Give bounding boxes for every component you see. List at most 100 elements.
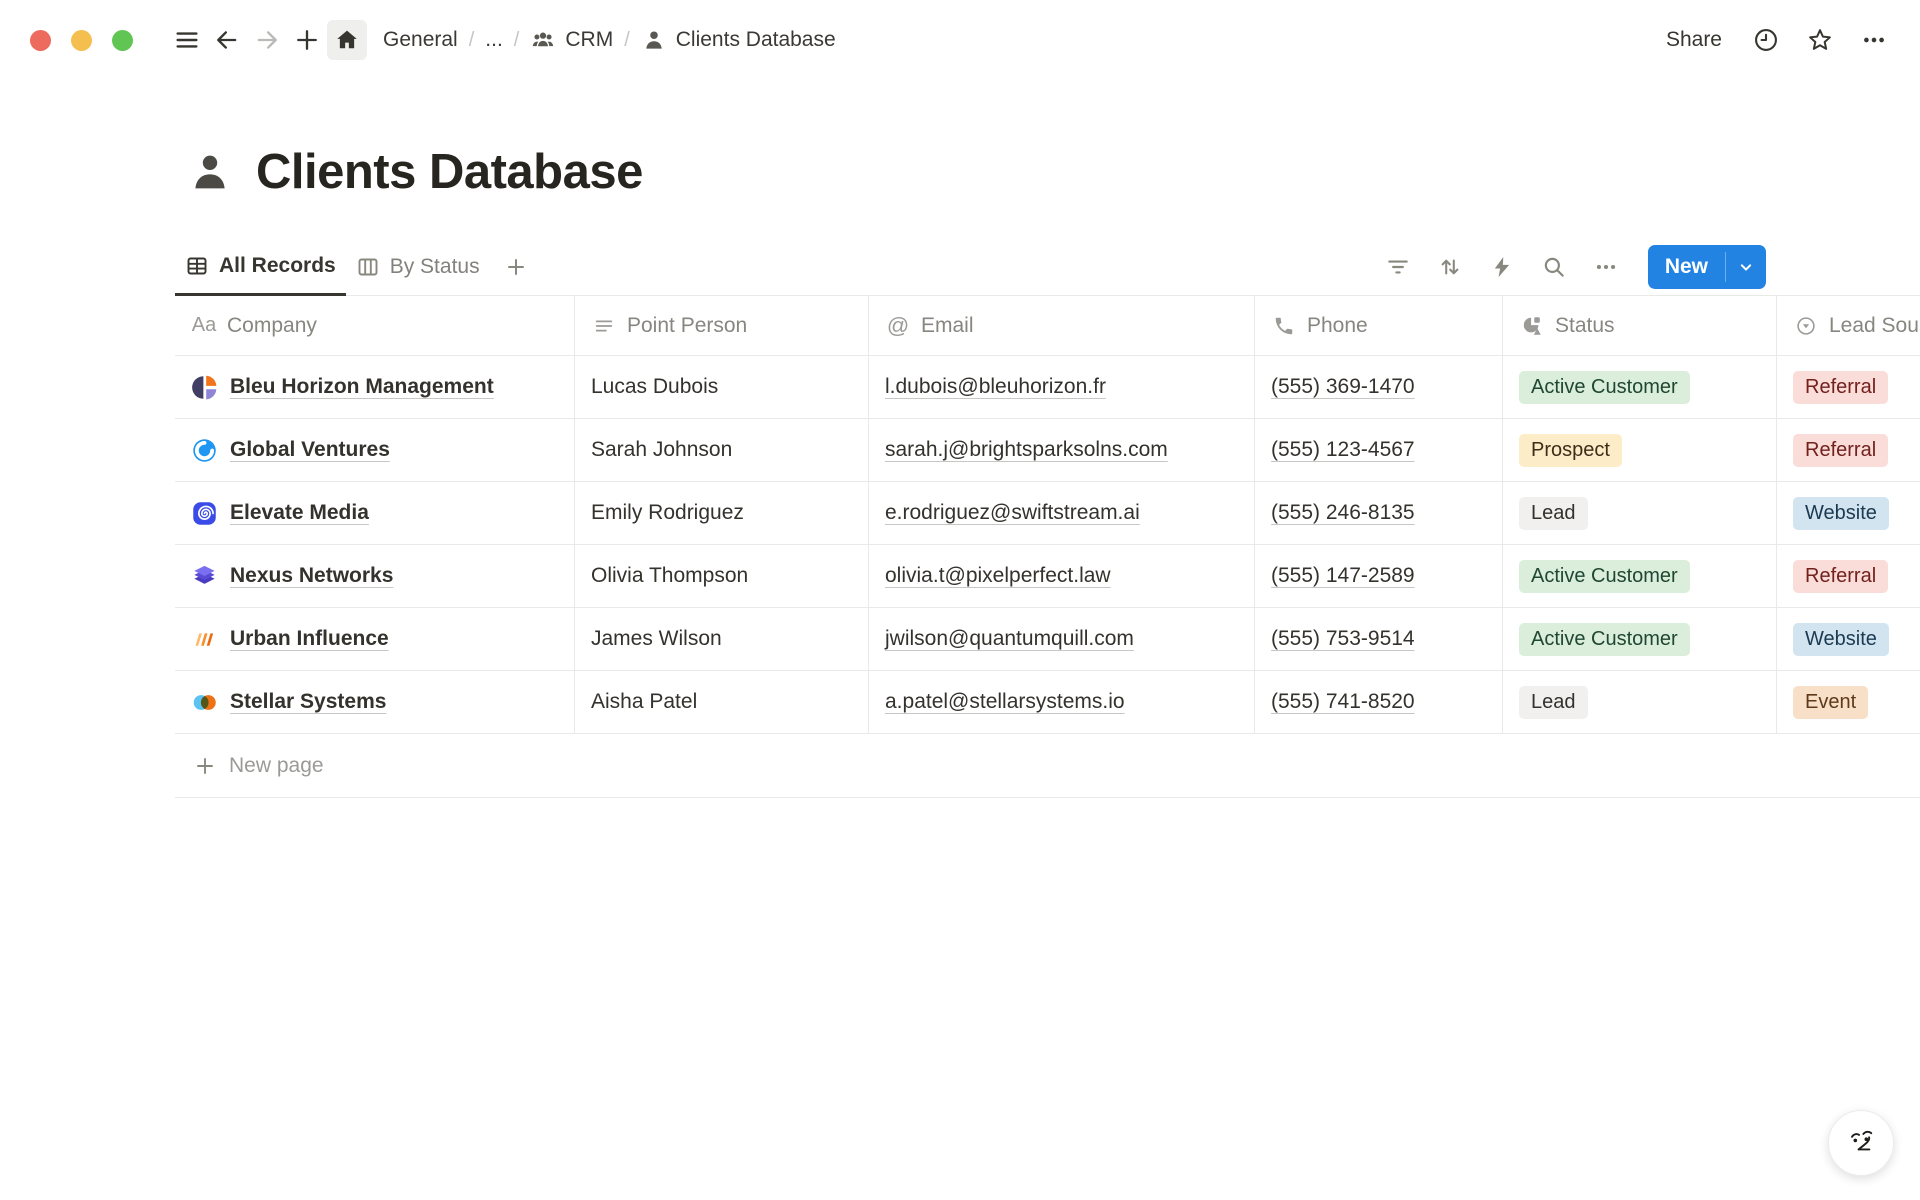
automations-icon[interactable]: [1482, 247, 1522, 287]
lead-source-cell[interactable]: Referral: [1777, 545, 1920, 608]
status-badge: Active Customer: [1519, 371, 1690, 404]
new-tab-icon[interactable]: [287, 20, 327, 60]
point-person-cell[interactable]: Sarah Johnson: [575, 419, 869, 482]
status-badge: Lead: [1519, 497, 1588, 530]
share-button[interactable]: Share: [1656, 22, 1732, 58]
company-logo-icon: [191, 563, 218, 590]
company-logo-icon: [191, 374, 218, 401]
board-view-icon: [356, 255, 380, 279]
phone-cell[interactable]: (555) 123-4567: [1255, 419, 1503, 482]
filter-icon[interactable]: [1378, 247, 1418, 287]
company-cell[interactable]: Urban Influence: [175, 608, 575, 671]
phone-cell[interactable]: (555) 246-8135: [1255, 482, 1503, 545]
notion-ai-button[interactable]: [1828, 1110, 1894, 1176]
sidebar-menu-icon[interactable]: [167, 20, 207, 60]
status-cell[interactable]: Active Customer: [1503, 545, 1777, 608]
phone-cell[interactable]: (555) 147-2589: [1255, 545, 1503, 608]
email-cell[interactable]: l.dubois@bleuhorizon.fr: [869, 356, 1255, 419]
status-badge: Active Customer: [1519, 623, 1690, 656]
company-cell[interactable]: Global Ventures: [175, 419, 575, 482]
search-icon[interactable]: [1534, 247, 1574, 287]
lead-source-badge: Referral: [1793, 560, 1888, 593]
email-cell[interactable]: olivia.t@pixelperfect.law: [869, 545, 1255, 608]
new-record-dropdown[interactable]: [1726, 245, 1766, 289]
point-person-cell[interactable]: Lucas Dubois: [575, 356, 869, 419]
add-view-icon[interactable]: [496, 247, 536, 287]
tab-all-records[interactable]: All Records: [175, 239, 346, 296]
company-cell[interactable]: Nexus Networks: [175, 545, 575, 608]
point-person-cell[interactable]: James Wilson: [575, 608, 869, 671]
breadcrumb-general[interactable]: General: [377, 24, 464, 56]
column-header-status[interactable]: Status: [1503, 296, 1777, 356]
page-icon-person[interactable]: [186, 148, 234, 196]
phone-cell[interactable]: (555) 753-9514: [1255, 608, 1503, 671]
lead-source-cell[interactable]: Website: [1777, 482, 1920, 545]
plus-icon: [193, 754, 217, 778]
phone-cell[interactable]: (555) 741-8520: [1255, 671, 1503, 734]
column-header-phone[interactable]: Phone: [1255, 296, 1503, 356]
home-icon[interactable]: [327, 20, 367, 60]
status-cell[interactable]: Lead: [1503, 671, 1777, 734]
column-header-point-person[interactable]: Point Person: [575, 296, 869, 356]
point-person-cell[interactable]: Aisha Patel: [575, 671, 869, 734]
lead-source-badge: Website: [1793, 497, 1889, 530]
view-more-icon[interactable]: [1586, 247, 1626, 287]
email-cell[interactable]: sarah.j@brightsparksolns.com: [869, 419, 1255, 482]
lead-source-cell[interactable]: Referral: [1777, 356, 1920, 419]
table-header-row: AaCompanyPoint Person@EmailPhoneStatusLe…: [175, 296, 1920, 356]
clock-icon[interactable]: [1746, 20, 1786, 60]
column-header-company[interactable]: AaCompany: [175, 296, 575, 356]
status-badge: Prospect: [1519, 434, 1622, 467]
traffic-lights: [30, 30, 133, 51]
status-cell[interactable]: Active Customer: [1503, 608, 1777, 671]
select-property-icon: [1793, 315, 1819, 337]
company-logo-icon: [191, 689, 218, 716]
phone-cell[interactable]: (555) 369-1470: [1255, 356, 1503, 419]
forward-icon[interactable]: [247, 20, 287, 60]
company-logo-icon: [191, 437, 218, 464]
company-logo-icon: [191, 500, 218, 527]
team-icon: [530, 27, 556, 53]
point-person-cell[interactable]: Olivia Thompson: [575, 545, 869, 608]
lead-source-cell[interactable]: Event: [1777, 671, 1920, 734]
tab-by-status[interactable]: By Status: [346, 238, 490, 295]
zoom-window-button[interactable]: [112, 30, 133, 51]
person-icon: [641, 27, 667, 53]
minimize-window-button[interactable]: [71, 30, 92, 51]
close-window-button[interactable]: [30, 30, 51, 51]
lead-source-cell[interactable]: Website: [1777, 608, 1920, 671]
breadcrumb-crm[interactable]: CRM: [524, 23, 619, 57]
sort-icon[interactable]: [1430, 247, 1470, 287]
phone-property-icon: [1271, 315, 1297, 337]
status-cell[interactable]: Active Customer: [1503, 356, 1777, 419]
chevron-down-icon: [1736, 257, 1756, 277]
email-cell[interactable]: jwilson@quantumquill.com: [869, 608, 1255, 671]
company-cell[interactable]: Elevate Media: [175, 482, 575, 545]
column-header-lead-source[interactable]: Lead Source: [1777, 296, 1920, 356]
email-cell[interactable]: e.rodriguez@swiftstream.ai: [869, 482, 1255, 545]
status-cell[interactable]: Lead: [1503, 482, 1777, 545]
table-row: Elevate MediaEmily Rodrigueze.rodriguez@…: [175, 482, 1920, 545]
status-badge: Lead: [1519, 686, 1588, 719]
email-cell[interactable]: a.patel@stellarsystems.io: [869, 671, 1255, 734]
window-titlebar: General / ... / CRM / Clients Database S…: [0, 0, 1920, 80]
company-cell[interactable]: Bleu Horizon Management: [175, 356, 575, 419]
status-cell[interactable]: Prospect: [1503, 419, 1777, 482]
status-property-icon: [1519, 315, 1545, 337]
back-icon[interactable]: [207, 20, 247, 60]
point-person-cell[interactable]: Emily Rodriguez: [575, 482, 869, 545]
view-tabs-row: All Records By Status New: [175, 238, 1920, 296]
breadcrumb-collapsed[interactable]: ...: [479, 24, 509, 56]
column-header-email[interactable]: @Email: [869, 296, 1255, 356]
lead-source-cell[interactable]: Referral: [1777, 419, 1920, 482]
star-icon[interactable]: [1800, 20, 1840, 60]
new-record-button[interactable]: New: [1648, 245, 1766, 289]
more-options-icon[interactable]: [1854, 20, 1894, 60]
ai-face-icon: [1842, 1124, 1880, 1162]
company-cell[interactable]: Stellar Systems: [175, 671, 575, 734]
clients-table: AaCompanyPoint Person@EmailPhoneStatusLe…: [175, 296, 1920, 798]
page-title: Clients Database: [256, 144, 643, 200]
email-property-icon: @: [885, 313, 911, 339]
breadcrumb-current-page[interactable]: Clients Database: [635, 23, 842, 57]
new-page-button[interactable]: New page: [175, 734, 1920, 798]
